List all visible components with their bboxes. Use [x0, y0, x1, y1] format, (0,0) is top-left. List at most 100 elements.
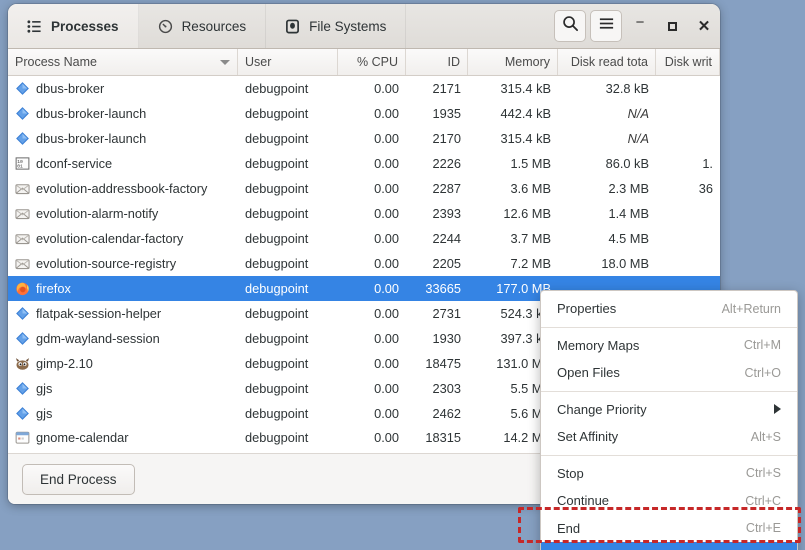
cell-value: debugpoint — [245, 231, 308, 246]
cell-value: 1930 — [433, 331, 461, 346]
column-header-user[interactable]: User — [238, 49, 338, 75]
cell-user: debugpoint — [238, 131, 338, 146]
cell-value: gnome-calendar — [36, 430, 128, 445]
column-header-name[interactable]: Process Name — [8, 49, 238, 75]
cell-cpu: 0.00 — [338, 381, 406, 396]
column-header-id[interactable]: ID — [406, 49, 468, 75]
table-row[interactable]: evolution-alarm-notifydebugpoint0.002393… — [8, 201, 720, 226]
cell-value: 2205 — [433, 256, 461, 271]
menu-separator — [541, 327, 797, 328]
cell-value: 442.4 kB — [500, 106, 551, 121]
cell-value: 0.00 — [374, 406, 399, 421]
cell-user: debugpoint — [238, 356, 338, 371]
cell-id: 18315 — [406, 430, 468, 445]
cell-value: 315.4 kB — [500, 81, 551, 96]
cell-id: 2287 — [406, 181, 468, 196]
table-row[interactable]: 1001dconf-servicedebugpoint0.0022261.5 M… — [8, 151, 720, 176]
envelope-icon — [15, 231, 30, 246]
column-header-memory[interactable]: Memory — [468, 49, 558, 75]
cell-value: debugpoint — [245, 381, 308, 396]
table-row[interactable]: evolution-calendar-factorydebugpoint0.00… — [8, 226, 720, 251]
cell-cpu: 0.00 — [338, 256, 406, 271]
cell-user: debugpoint — [238, 231, 338, 246]
cell-value: 36 — [699, 181, 713, 196]
menu-item-stop[interactable]: StopCtrl+S — [541, 460, 797, 488]
tab-resources[interactable]: Resources — [139, 4, 267, 48]
minimize-button[interactable]: − — [627, 10, 653, 42]
column-header-label: Disk writ — [665, 55, 712, 69]
cell-value: evolution-alarm-notify — [36, 206, 158, 221]
cell-memory: 3.6 MB — [468, 181, 558, 196]
cell-name: firefox — [8, 281, 238, 296]
menu-item-change-priority[interactable]: Change Priority — [541, 396, 797, 424]
gear-blue-icon — [15, 306, 30, 321]
cell-id: 33665 — [406, 281, 468, 296]
menu-item-continue[interactable]: ContinueCtrl+C — [541, 487, 797, 515]
process-context-menu: PropertiesAlt+ReturnMemory MapsCtrl+MOpe… — [540, 290, 798, 550]
svg-text:01: 01 — [17, 164, 23, 170]
close-button[interactable]: ✕ — [691, 10, 717, 42]
drive-icon — [285, 19, 300, 34]
search-button[interactable] — [554, 10, 586, 42]
cell-value: dconf-service — [36, 156, 112, 171]
menu-item-label: Stop — [557, 466, 584, 481]
menu-item-memory-maps[interactable]: Memory MapsCtrl+M — [541, 332, 797, 360]
tab-processes[interactable]: Processes — [8, 4, 139, 48]
column-header-disk_read[interactable]: Disk read tota — [558, 49, 656, 75]
cell-id: 2303 — [406, 381, 468, 396]
cell-value: 1. — [702, 156, 713, 171]
cell-disk_write: 36 — [656, 181, 720, 196]
cell-name: dbus-broker-launch — [8, 131, 238, 146]
main-menu-button[interactable] — [590, 10, 622, 42]
table-row[interactable]: dbus-broker-launchdebugpoint0.002170315.… — [8, 126, 720, 151]
cell-value: 0.00 — [374, 106, 399, 121]
cell-name: dbus-broker — [8, 81, 238, 96]
cell-value: 2731 — [433, 306, 461, 321]
cell-value: dbus-broker-launch — [36, 131, 146, 146]
end-process-button[interactable]: End Process — [22, 464, 135, 495]
cell-id: 2731 — [406, 306, 468, 321]
menu-item-accelerator: Ctrl+M — [744, 338, 781, 352]
menu-item-accelerator: Alt+S — [751, 430, 781, 444]
table-row[interactable]: evolution-addressbook-factorydebugpoint0… — [8, 176, 720, 201]
maximize-button[interactable] — [659, 10, 685, 42]
menu-item-label: Open Files — [557, 365, 620, 380]
menu-item-properties[interactable]: PropertiesAlt+Return — [541, 295, 797, 323]
cell-user: debugpoint — [238, 81, 338, 96]
cell-id: 2393 — [406, 206, 468, 221]
column-header-disk_write[interactable]: Disk writ — [656, 49, 720, 75]
cell-name: evolution-calendar-factory — [8, 231, 238, 246]
cell-user: debugpoint — [238, 381, 338, 396]
maximize-icon — [668, 22, 677, 31]
menu-item-set-affinity[interactable]: Set AffinityAlt+S — [541, 423, 797, 451]
cell-value: 86.0 kB — [606, 156, 649, 171]
tab-file-systems[interactable]: File Systems — [266, 4, 406, 48]
cell-value: debugpoint — [245, 256, 308, 271]
gear-blue-icon — [15, 81, 30, 96]
menu-item-open-files[interactable]: Open FilesCtrl+O — [541, 359, 797, 387]
cell-value: evolution-addressbook-factory — [36, 181, 207, 196]
cell-value: debugpoint — [245, 81, 308, 96]
headerbar-spacer — [406, 4, 552, 48]
table-row[interactable]: dbus-broker-launchdebugpoint0.001935442.… — [8, 101, 720, 126]
menu-separator — [541, 391, 797, 392]
cell-value: 18315 — [425, 430, 461, 445]
cell-value: 0.00 — [374, 206, 399, 221]
table-row[interactable]: dbus-brokerdebugpoint0.002171315.4 kB32.… — [8, 76, 720, 101]
menu-item-end[interactable]: EndCtrl+E — [541, 515, 797, 543]
cell-value: firefox — [36, 281, 71, 296]
binary-icon: 1001 — [15, 156, 30, 171]
column-header-label: ID — [448, 55, 461, 69]
cell-value: 2287 — [433, 181, 461, 196]
cell-cpu: 0.00 — [338, 106, 406, 121]
column-header-cpu[interactable]: % CPU — [338, 49, 406, 75]
cell-value: 2226 — [433, 156, 461, 171]
cell-cpu: 0.00 — [338, 430, 406, 445]
cell-value: 0.00 — [374, 331, 399, 346]
menu-item-kill[interactable]: KillCtrl+K — [541, 542, 797, 550]
cell-user: debugpoint — [238, 156, 338, 171]
tab-processes-label: Processes — [51, 19, 119, 34]
close-icon: ✕ — [698, 17, 711, 35]
cell-value: gimp-2.10 — [36, 356, 93, 371]
table-row[interactable]: evolution-source-registrydebugpoint0.002… — [8, 251, 720, 276]
